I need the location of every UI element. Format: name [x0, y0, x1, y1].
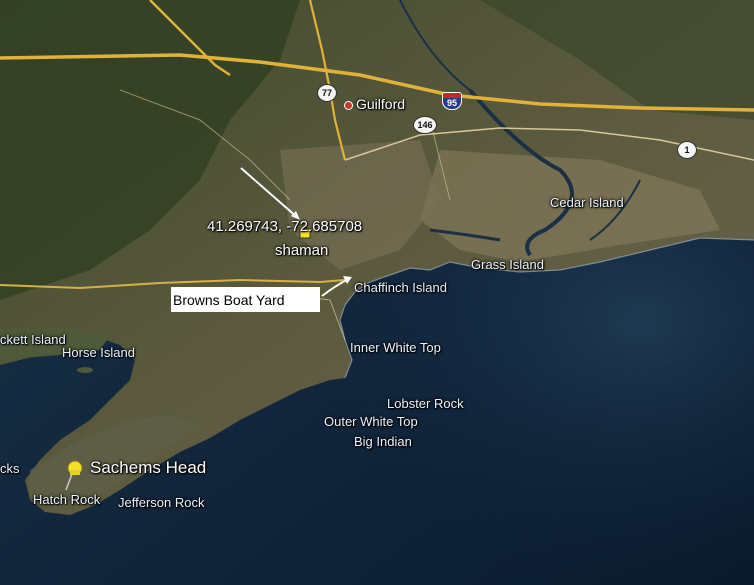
route-146-shield: 146: [413, 116, 437, 134]
label-horse-island[interactable]: Horse Island: [62, 345, 135, 360]
route-77-shield: 77: [317, 84, 337, 102]
label-rocks[interactable]: cks: [0, 461, 20, 476]
label-kett-island[interactable]: ckett Island: [0, 332, 66, 347]
label-jefferson-rock[interactable]: Jefferson Rock: [118, 495, 204, 510]
label-hatch-rock[interactable]: Hatch Rock: [33, 492, 100, 507]
label-lobster-rock[interactable]: Lobster Rock: [387, 396, 464, 411]
label-guilford[interactable]: Guilford: [356, 96, 405, 112]
callout-text: Browns Boat Yard: [173, 291, 285, 308]
callout-box: Browns Boat Yard: [171, 287, 320, 312]
placemark-name[interactable]: shaman: [275, 242, 328, 259]
label-grass-island[interactable]: Grass Island: [471, 257, 544, 272]
interstate-95-shield: 95: [442, 92, 462, 110]
placemark-coordinates[interactable]: 41.269743, -72.685708: [207, 218, 362, 235]
town-marker-icon[interactable]: [344, 101, 353, 110]
label-chaffinch-island[interactable]: Chaffinch Island: [354, 280, 447, 295]
label-sachems-head[interactable]: Sachems Head: [90, 458, 206, 478]
label-cedar-island[interactable]: Cedar Island: [550, 195, 624, 210]
route-1-shield: 1: [677, 141, 697, 159]
label-outer-white-top[interactable]: Outer White Top: [324, 414, 418, 429]
map-view[interactable]: Guilford 77 146 95 1 41.269743, -72.6857…: [0, 0, 754, 585]
label-inner-white-top[interactable]: Inner White Top: [350, 340, 441, 355]
label-big-indian[interactable]: Big Indian: [354, 434, 412, 449]
